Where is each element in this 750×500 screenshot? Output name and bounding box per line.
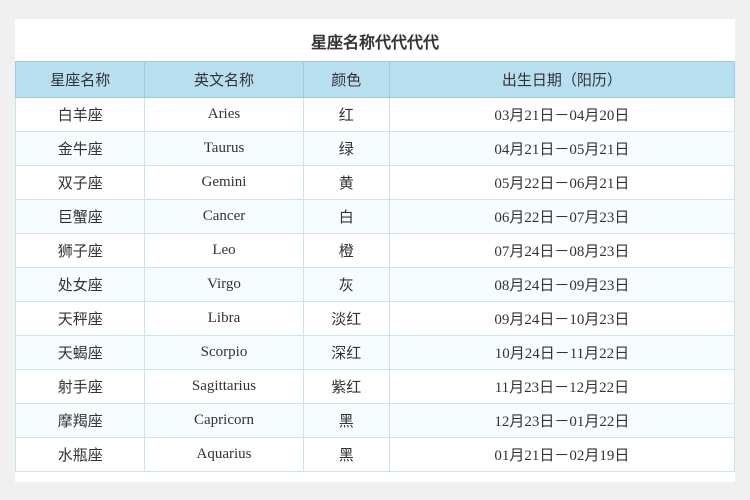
table-row: 处女座Virgo灰08月24日－09月23日 (16, 267, 735, 301)
cell-date: 09月24日－10月23日 (389, 301, 734, 335)
cell-date: 11月23日－12月22日 (389, 369, 734, 403)
cell-zh-name: 天蝎座 (16, 335, 145, 369)
cell-zh-name: 摩羯座 (16, 403, 145, 437)
cell-color: 橙 (303, 233, 389, 267)
zodiac-table: 星座名称 英文名称 颜色 出生日期（阳历） 白羊座Aries红03月21日－04… (15, 61, 735, 472)
table-row: 天秤座Libra淡红09月24日－10月23日 (16, 301, 735, 335)
page-title: 星座名称代代代代 (15, 29, 735, 53)
cell-en-name: Leo (145, 233, 303, 267)
header-en-name: 英文名称 (145, 61, 303, 97)
cell-en-name: Scorpio (145, 335, 303, 369)
cell-zh-name: 狮子座 (16, 233, 145, 267)
cell-zh-name: 双子座 (16, 165, 145, 199)
cell-en-name: Virgo (145, 267, 303, 301)
cell-zh-name: 白羊座 (16, 97, 145, 131)
cell-en-name: Aquarius (145, 437, 303, 471)
cell-date: 12月23日－01月22日 (389, 403, 734, 437)
cell-color: 灰 (303, 267, 389, 301)
table-row: 狮子座Leo橙07月24日－08月23日 (16, 233, 735, 267)
cell-color: 紫红 (303, 369, 389, 403)
table-row: 金牛座Taurus绿04月21日－05月21日 (16, 131, 735, 165)
cell-en-name: Libra (145, 301, 303, 335)
cell-zh-name: 水瓶座 (16, 437, 145, 471)
table-header-row: 星座名称 英文名称 颜色 出生日期（阳历） (16, 61, 735, 97)
header-color: 颜色 (303, 61, 389, 97)
main-container: 星座名称代代代代 星座名称 英文名称 颜色 出生日期（阳历） 白羊座Aries红… (15, 19, 735, 482)
cell-date: 06月22日－07月23日 (389, 199, 734, 233)
cell-color: 红 (303, 97, 389, 131)
cell-zh-name: 天秤座 (16, 301, 145, 335)
cell-date: 04月21日－05月21日 (389, 131, 734, 165)
table-row: 水瓶座Aquarius黑01月21日－02月19日 (16, 437, 735, 471)
cell-date: 05月22日－06月21日 (389, 165, 734, 199)
cell-color: 黄 (303, 165, 389, 199)
cell-zh-name: 金牛座 (16, 131, 145, 165)
cell-date: 03月21日－04月20日 (389, 97, 734, 131)
cell-en-name: Taurus (145, 131, 303, 165)
table-row: 射手座Sagittarius紫红11月23日－12月22日 (16, 369, 735, 403)
cell-color: 白 (303, 199, 389, 233)
cell-en-name: Gemini (145, 165, 303, 199)
cell-en-name: Cancer (145, 199, 303, 233)
cell-zh-name: 射手座 (16, 369, 145, 403)
cell-en-name: Capricorn (145, 403, 303, 437)
cell-color: 黑 (303, 403, 389, 437)
cell-color: 淡红 (303, 301, 389, 335)
cell-color: 绿 (303, 131, 389, 165)
cell-date: 08月24日－09月23日 (389, 267, 734, 301)
table-row: 巨蟹座Cancer白06月22日－07月23日 (16, 199, 735, 233)
table-row: 双子座Gemini黄05月22日－06月21日 (16, 165, 735, 199)
table-row: 白羊座Aries红03月21日－04月20日 (16, 97, 735, 131)
cell-date: 07月24日－08月23日 (389, 233, 734, 267)
table-body: 白羊座Aries红03月21日－04月20日金牛座Taurus绿04月21日－0… (16, 97, 735, 471)
cell-en-name: Aries (145, 97, 303, 131)
header-date: 出生日期（阳历） (389, 61, 734, 97)
table-row: 摩羯座Capricorn黑12月23日－01月22日 (16, 403, 735, 437)
cell-zh-name: 处女座 (16, 267, 145, 301)
cell-date: 10月24日－11月22日 (389, 335, 734, 369)
cell-date: 01月21日－02月19日 (389, 437, 734, 471)
cell-color: 黑 (303, 437, 389, 471)
table-row: 天蝎座Scorpio深红10月24日－11月22日 (16, 335, 735, 369)
cell-color: 深红 (303, 335, 389, 369)
cell-en-name: Sagittarius (145, 369, 303, 403)
header-zh-name: 星座名称 (16, 61, 145, 97)
cell-zh-name: 巨蟹座 (16, 199, 145, 233)
